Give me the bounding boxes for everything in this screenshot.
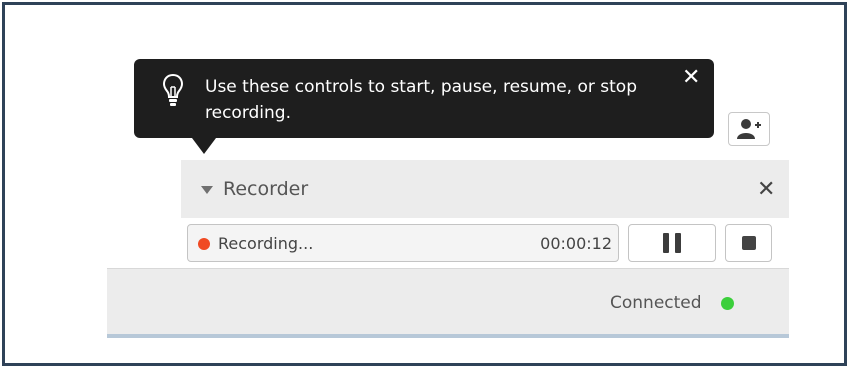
tooltip-pointer bbox=[192, 138, 216, 154]
connected-indicator-icon bbox=[721, 297, 734, 310]
panel-bottom-border bbox=[107, 334, 789, 338]
add-person-icon bbox=[737, 119, 761, 139]
connection-status-label: Connected bbox=[610, 293, 702, 313]
triangle-down-icon[interactable] bbox=[201, 186, 213, 194]
recording-tooltip: Use these controls to start, pause, resu… bbox=[134, 59, 714, 154]
recorder-title: Recorder bbox=[223, 178, 309, 200]
stop-button[interactable] bbox=[725, 224, 772, 262]
lightbulb-icon bbox=[162, 73, 184, 106]
recorder-controls: Recording... 00:00:12 bbox=[107, 218, 789, 268]
recorder-close-button[interactable]: ✕ bbox=[757, 179, 775, 201]
recording-dot-icon bbox=[198, 238, 210, 250]
stop-icon bbox=[741, 236, 756, 250]
pause-button[interactable] bbox=[628, 224, 716, 262]
add-participant-button[interactable] bbox=[728, 112, 770, 146]
pause-icon bbox=[663, 233, 681, 253]
recording-status-text: Recording... bbox=[218, 234, 314, 253]
recording-elapsed-time: 00:00:12 bbox=[540, 234, 612, 253]
tooltip-close-button[interactable]: ✕ bbox=[682, 67, 700, 89]
app-window: Recorder ✕ Recording... 00:00:12 Connect… bbox=[2, 2, 847, 366]
recording-status-box: Recording... 00:00:12 bbox=[187, 224, 619, 262]
recorder-header[interactable]: Recorder ✕ bbox=[181, 160, 789, 218]
status-bar: Connected bbox=[107, 268, 789, 334]
tooltip-text: Use these controls to start, pause, resu… bbox=[205, 77, 637, 123]
